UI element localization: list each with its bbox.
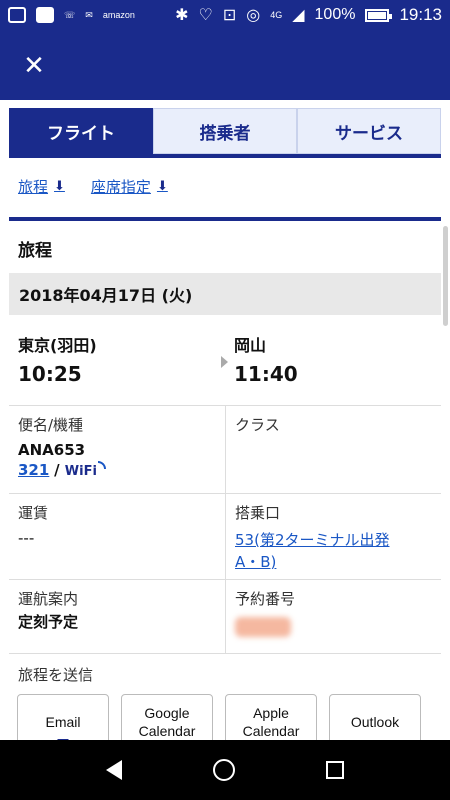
system-nav-bar [0,740,450,800]
ops-label: 運航案内 [18,590,79,608]
section-title: 旅程 [18,241,52,261]
flight-label: 便名/機種 [18,416,84,434]
route-arrow-icon [221,356,228,368]
back-icon[interactable] [105,760,122,780]
wifi-icon [97,461,106,469]
ops-booking-row: 運航案内 定刻予定 予約番号 [9,580,441,654]
arrow-down-icon: ⬇ [54,179,65,194]
clock: 19:13 [399,5,442,24]
class-label: クラス [235,416,280,434]
heart-icon: ♡ [198,7,213,24]
flight-date: 2018年04月17日 (火) [9,273,441,315]
send-itinerary-title: 旅程を送信 [18,666,94,684]
tab-flight[interactable]: フライト [9,108,153,154]
anchor-label: 旅程 [18,178,49,196]
departure-time: 10:25 [18,362,82,386]
fare-value: --- [18,529,35,547]
gate-cell: 搭乗口 53(第2ターミナル出発 A・B) [225,494,441,579]
home-icon[interactable] [212,759,235,781]
tab-passengers[interactable]: 搭乗者 [153,108,297,154]
gate-link[interactable]: 53(第2ターミナル出発 A・B) [235,529,432,573]
booking-number-redacted [235,617,291,637]
network-type: 4G [270,9,283,20]
nfc-icon: ◎ [246,7,261,24]
notification-icons: ☏ ✉ amazon [8,7,135,23]
status-bar: ☏ ✉ amazon ✱ ♡ ⊡ ◎ 4G ◢ 100% 19:13 [0,0,450,30]
anchor-links: 旅程 ⬇ 座席指定 ⬇ [18,176,168,197]
gate-label: 搭乗口 [235,504,281,522]
battery-icon [365,8,393,22]
wifi-badge: WiFi [65,461,106,479]
message-icon [8,7,26,23]
ops-value: 定刻予定 [18,613,79,631]
flight-number: ANA653 [18,441,86,459]
section-divider [9,217,441,221]
fare-label: 運賃 [18,504,49,522]
voicemail-icon: ⊡ [222,7,237,24]
tab-services[interactable]: サービス [297,108,441,154]
anchor-seat-selection[interactable]: 座席指定 ⬇ [91,176,168,197]
flight-info-row: 便名/機種 ANA653 321 / WiFi クラス [9,406,441,494]
class-cell: クラス [225,406,441,493]
booking-label: 予約番号 [235,590,296,608]
aircraft-link[interactable]: 321 [18,461,49,479]
battery-percent: 100% [314,6,356,23]
arrow-down-icon: ⬇ [156,179,168,194]
bluetooth-icon: ✱ [175,7,189,24]
square-icon [36,7,54,23]
arrival-city: 岡山 [234,336,267,355]
fare-cell: 運賃 --- [9,494,225,579]
arrival-time: 11:40 [234,362,298,386]
anchor-itinerary[interactable]: 旅程 ⬇ [18,176,65,197]
missed-call-icon: ☏ [64,9,76,20]
flight-cell: 便名/機種 ANA653 321 / WiFi [9,406,225,493]
system-icons: ✱ ♡ ⊡ ◎ 4G ◢ 100% 19:13 [175,5,442,25]
departure-city: 東京(羽田) [18,336,97,355]
booking-cell: 予約番号 [225,580,441,653]
tab-bar: フライト 搭乗者 サービス [9,108,441,158]
app-bar: ✕ [0,30,450,100]
route-summary: 東京(羽田) 10:25 岡山 11:40 [9,318,441,406]
scrollbar[interactable] [443,226,448,326]
close-icon[interactable]: ✕ [20,52,48,80]
recent-apps-icon[interactable] [326,761,345,779]
signal-icon: ◢ [292,7,305,24]
amazon-icon: amazon [102,9,135,20]
sms-icon: ✉ [85,9,93,20]
ops-cell: 運航案内 定刻予定 [9,580,225,653]
fare-gate-row: 運賃 --- 搭乗口 53(第2ターミナル出発 A・B) [9,494,441,580]
anchor-label: 座席指定 [90,178,151,196]
